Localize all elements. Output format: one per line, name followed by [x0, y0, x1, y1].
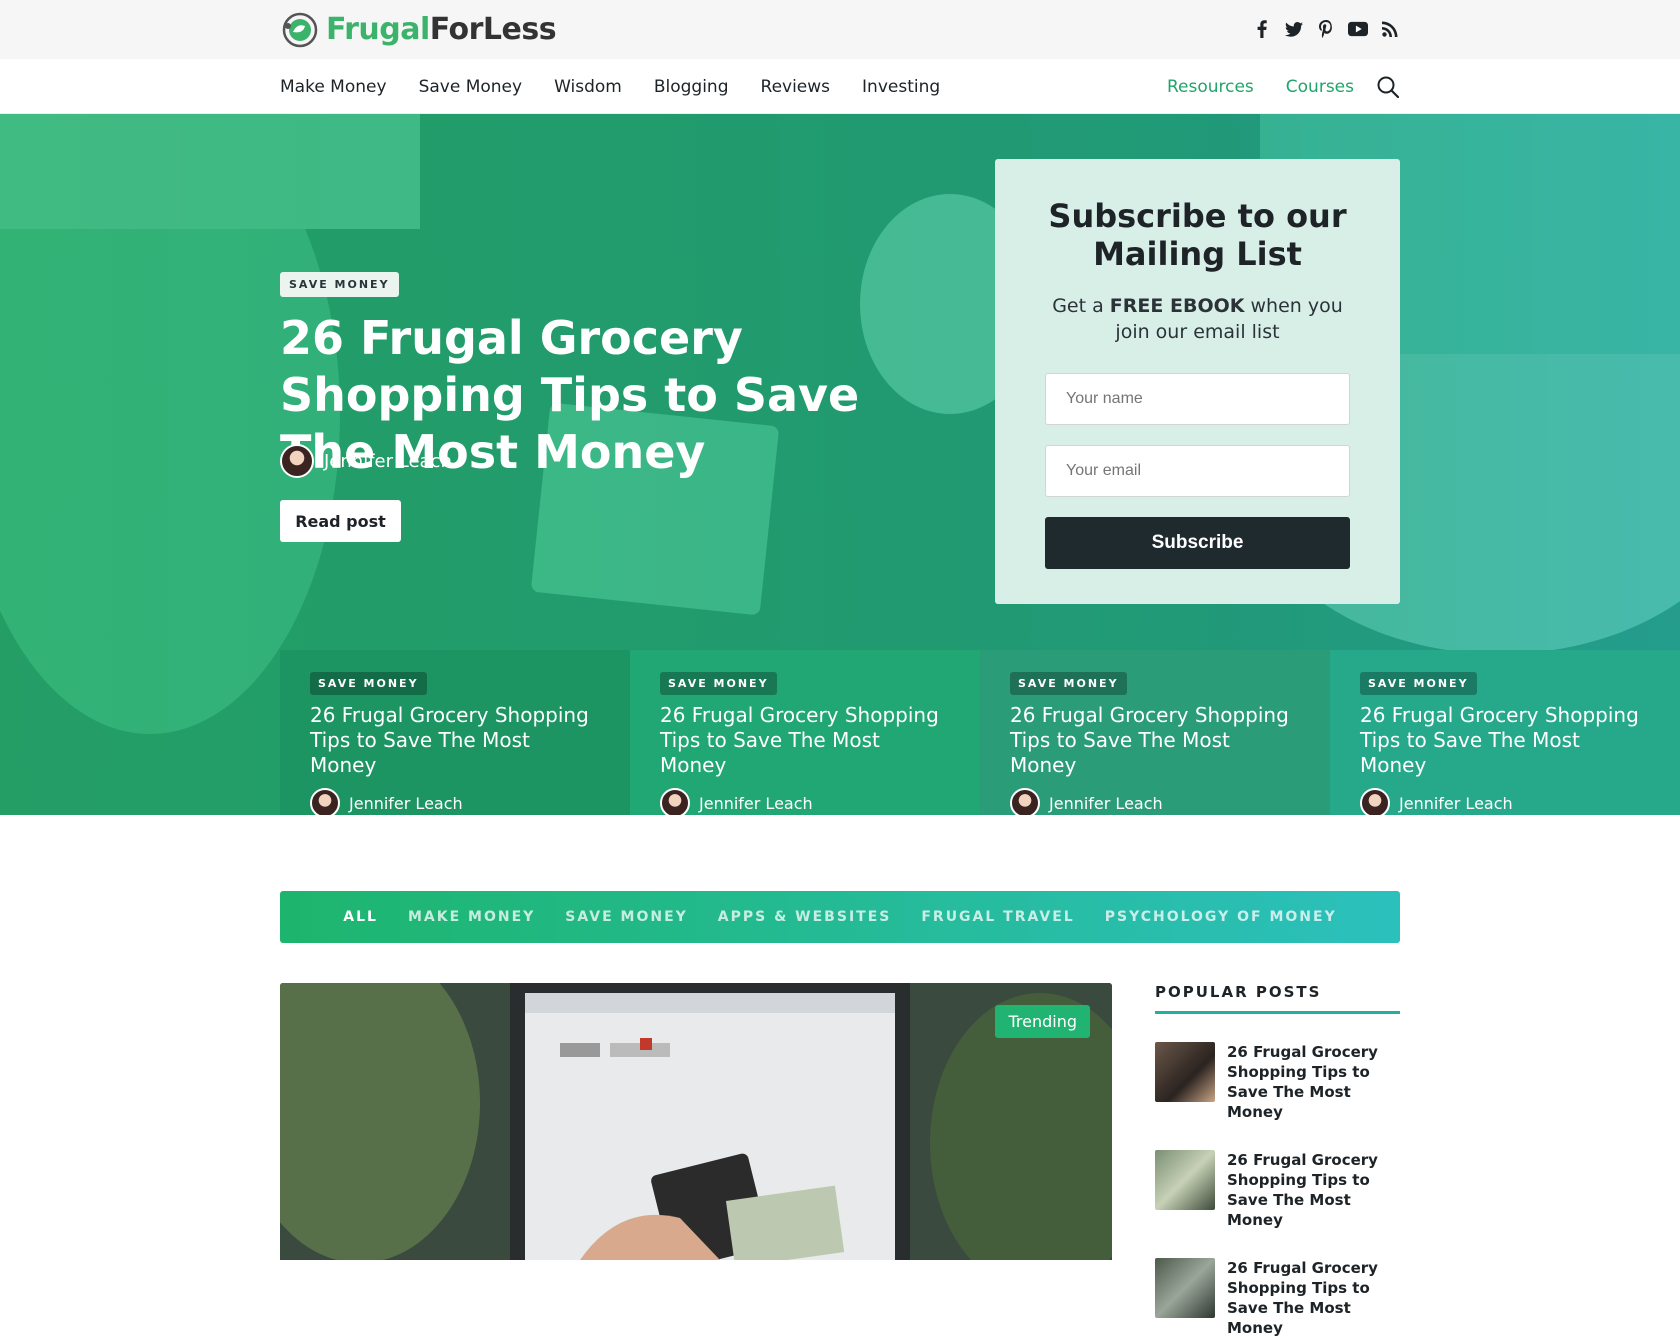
- post-thumbnail[interactable]: [1155, 1042, 1215, 1102]
- site-logo[interactable]: FrugalForLess: [280, 12, 557, 48]
- card-author-name: Jennifer Leach: [349, 793, 463, 813]
- laptop-wallet-photo: [280, 983, 1112, 1260]
- avatar: [1010, 788, 1040, 815]
- card-title[interactable]: 26 Frugal Grocery Shopping Tips to Save …: [660, 703, 950, 778]
- nav-item-reviews[interactable]: Reviews: [761, 77, 831, 97]
- nav-item-courses[interactable]: Courses: [1286, 77, 1354, 97]
- card-title[interactable]: 26 Frugal Grocery Shopping Tips to Save …: [310, 703, 600, 778]
- hero-author-name: Jennifer Leach: [324, 450, 452, 472]
- sidebar-popular-posts: POPULAR POSTS 26 Frugal Grocery Shopping…: [1155, 983, 1400, 1338]
- facebook-icon[interactable]: [1252, 19, 1272, 39]
- hero-category-tag[interactable]: SAVE MONEY: [280, 272, 399, 297]
- card-category-tag[interactable]: SAVE MONEY: [660, 672, 777, 695]
- nav-item-save-money[interactable]: Save Money: [419, 77, 523, 97]
- name-field[interactable]: [1045, 373, 1350, 425]
- logo-icon: [282, 12, 318, 48]
- card-author[interactable]: Jennifer Leach: [660, 788, 950, 815]
- sidebar-heading: POPULAR POSTS: [1155, 983, 1400, 1014]
- nav-item-make-money[interactable]: Make Money: [280, 77, 387, 97]
- category-tab-make-money[interactable]: MAKE MONEY: [408, 909, 535, 925]
- featured-card[interactable]: SAVE MONEY 26 Frugal Grocery Shopping Ti…: [630, 650, 980, 815]
- post-title[interactable]: 26 Frugal Grocery Shopping Tips to Save …: [1227, 1042, 1400, 1122]
- subscribe-box: Subscribe to our Mailing List Get a FREE…: [995, 159, 1400, 604]
- card-author-name: Jennifer Leach: [699, 793, 813, 813]
- category-tab-save-money[interactable]: SAVE MONEY: [565, 909, 688, 925]
- twitter-icon[interactable]: [1284, 19, 1304, 39]
- avatar: [280, 444, 314, 478]
- trending-badge[interactable]: Trending: [995, 1005, 1090, 1038]
- popular-post-item[interactable]: 26 Frugal Grocery Shopping Tips to Save …: [1155, 1150, 1400, 1230]
- category-tab-all[interactable]: ALL: [343, 909, 378, 925]
- post-title[interactable]: 26 Frugal Grocery Shopping Tips to Save …: [1227, 1150, 1400, 1230]
- featured-card[interactable]: SAVE MONEY 26 Frugal Grocery Shopping Ti…: [1330, 650, 1680, 815]
- subscribe-button[interactable]: Subscribe: [1045, 517, 1350, 569]
- card-author-name: Jennifer Leach: [1399, 793, 1513, 813]
- hero-author[interactable]: Jennifer Leach: [280, 444, 452, 478]
- category-filter-bar: ALL MAKE MONEY SAVE MONEY APPS & WEBSITE…: [280, 891, 1400, 943]
- pinterest-icon[interactable]: [1316, 19, 1336, 39]
- card-author[interactable]: Jennifer Leach: [310, 788, 600, 815]
- feature-post-image[interactable]: Trending: [280, 983, 1112, 1260]
- rss-icon[interactable]: [1380, 19, 1400, 39]
- email-field[interactable]: [1045, 445, 1350, 497]
- popular-post-item[interactable]: 26 Frugal Grocery Shopping Tips to Save …: [1155, 1042, 1400, 1122]
- nav-primary: Make Money Save Money Wisdom Blogging Re…: [280, 59, 940, 114]
- logo-text-forless: ForLess: [429, 12, 557, 47]
- nav-secondary: Resources Courses: [1167, 59, 1400, 114]
- nav-item-wisdom[interactable]: Wisdom: [554, 77, 622, 97]
- popular-post-item[interactable]: 26 Frugal Grocery Shopping Tips to Save …: [1155, 1258, 1400, 1338]
- avatar: [660, 788, 690, 815]
- card-author[interactable]: Jennifer Leach: [1360, 788, 1650, 815]
- subscribe-title: Subscribe to our Mailing List: [1048, 197, 1347, 273]
- category-tab-apps-websites[interactable]: APPS & WEBSITES: [718, 909, 892, 925]
- logo-text-frugal: Frugal: [326, 12, 430, 47]
- post-title[interactable]: 26 Frugal Grocery Shopping Tips to Save …: [1227, 1258, 1400, 1338]
- avatar: [1360, 788, 1390, 815]
- card-category-tag[interactable]: SAVE MONEY: [1360, 672, 1477, 695]
- card-author[interactable]: Jennifer Leach: [1010, 788, 1300, 815]
- read-post-button[interactable]: Read post: [280, 500, 401, 542]
- category-tab-frugal-travel[interactable]: FRUGAL TRAVEL: [921, 909, 1074, 925]
- featured-card[interactable]: SAVE MONEY 26 Frugal Grocery Shopping Ti…: [280, 650, 630, 815]
- top-bar: FrugalForLess: [0, 0, 1680, 59]
- card-title[interactable]: 26 Frugal Grocery Shopping Tips to Save …: [1010, 703, 1300, 778]
- post-thumbnail[interactable]: [1155, 1258, 1215, 1318]
- nav-item-resources[interactable]: Resources: [1167, 77, 1254, 97]
- featured-card[interactable]: SAVE MONEY 26 Frugal Grocery Shopping Ti…: [980, 650, 1330, 815]
- nav-item-investing[interactable]: Investing: [862, 77, 940, 97]
- card-title[interactable]: 26 Frugal Grocery Shopping Tips to Save …: [1360, 703, 1650, 778]
- category-tab-psychology-of-money[interactable]: PSYCHOLOGY OF MONEY: [1105, 909, 1337, 925]
- post-thumbnail[interactable]: [1155, 1150, 1215, 1210]
- card-category-tag[interactable]: SAVE MONEY: [1010, 672, 1127, 695]
- featured-cards: SAVE MONEY 26 Frugal Grocery Shopping Ti…: [280, 650, 1680, 815]
- hero-section: SAVE MONEY 26 Frugal Grocery Shopping Ti…: [0, 114, 1680, 815]
- card-category-tag[interactable]: SAVE MONEY: [310, 672, 427, 695]
- nav-item-blogging[interactable]: Blogging: [654, 77, 729, 97]
- youtube-icon[interactable]: [1348, 19, 1368, 39]
- search-icon[interactable]: [1376, 75, 1400, 99]
- card-author-name: Jennifer Leach: [1049, 793, 1163, 813]
- main-nav: Make Money Save Money Wisdom Blogging Re…: [0, 59, 1680, 114]
- subscribe-description: Get a FREE EBOOK when you join our email…: [1052, 295, 1343, 343]
- avatar: [310, 788, 340, 815]
- social-links: [1252, 19, 1400, 39]
